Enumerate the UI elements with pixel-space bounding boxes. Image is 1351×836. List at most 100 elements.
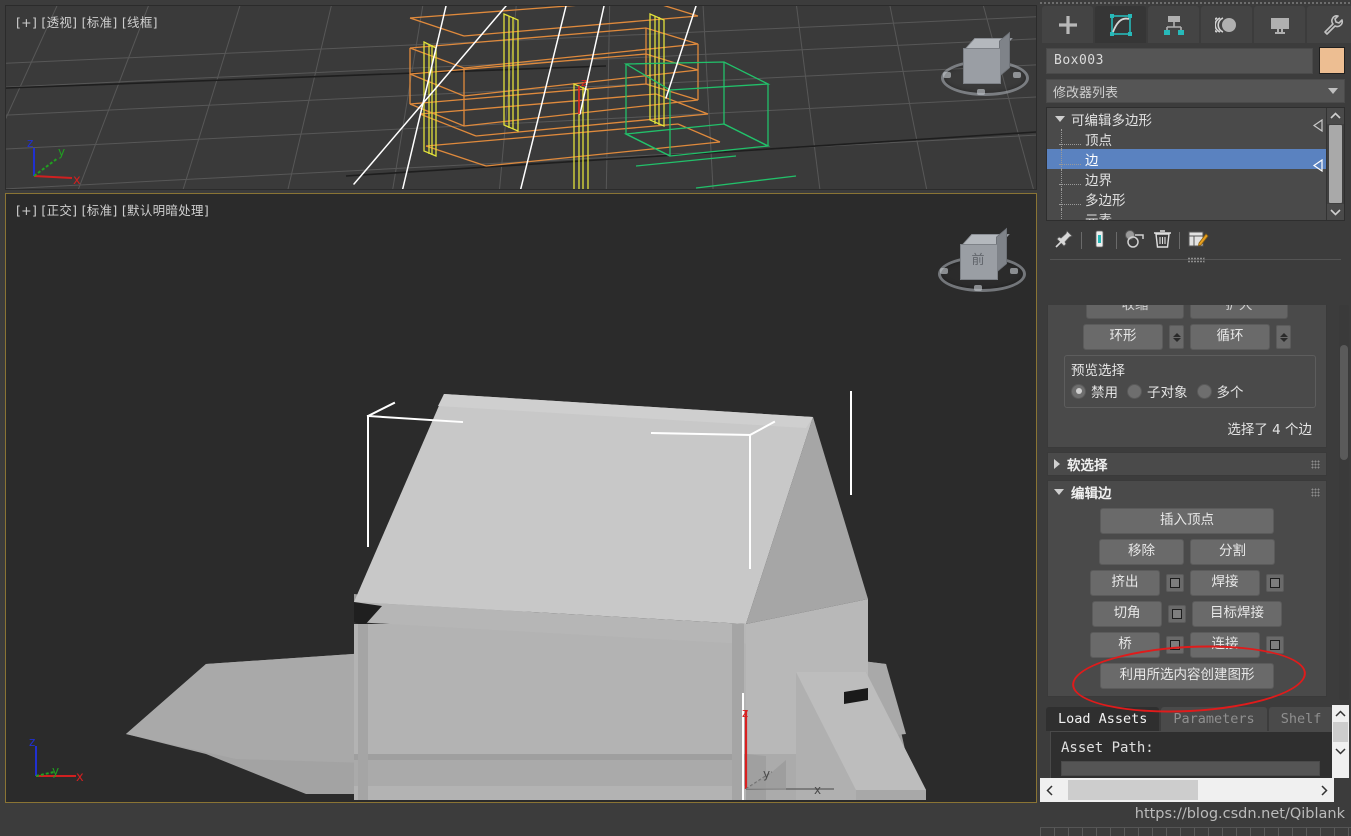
stack-item-edge[interactable]: 边 [1047, 149, 1326, 173]
hscroll-track[interactable] [1060, 778, 1314, 802]
viewcube-face-label-ortho: 前 [971, 253, 985, 268]
viewcube-face-label [963, 48, 999, 82]
tab-shelf[interactable]: Shelf [1268, 707, 1334, 731]
modifier-list-dropdown[interactable]: 修改器列表 [1046, 79, 1345, 103]
remove-modifier-icon[interactable] [1153, 229, 1172, 252]
motion-tab[interactable] [1201, 6, 1252, 43]
asset-browser-hscrollbar[interactable] [1040, 778, 1334, 802]
configure-sets-icon[interactable] [1187, 229, 1209, 252]
extrude-button[interactable]: 挤出 [1090, 570, 1160, 596]
rollout-grip-dots-icon[interactable] [1311, 488, 1320, 497]
create-shape-from-selection-button[interactable]: 利用所选内容创建图形 [1100, 663, 1274, 689]
asset-browser-vscrollbar[interactable] [1332, 705, 1349, 778]
scroll-down-arrow-icon[interactable] [1327, 204, 1344, 220]
viewcube-nub-right[interactable] [1013, 72, 1021, 78]
grow-button[interactable]: 扩大 [1190, 305, 1288, 319]
tab-parameters[interactable]: Parameters [1161, 707, 1267, 731]
extrude-settings-button[interactable] [1166, 574, 1184, 592]
modifier-stack-scrollbar[interactable] [1326, 108, 1344, 220]
scroll-up-arrow-icon[interactable] [1327, 108, 1344, 124]
toolbar-separator [1116, 232, 1117, 249]
stack-item-vertex[interactable]: 顶点 [1047, 129, 1326, 149]
loop-spinner[interactable] [1276, 325, 1291, 349]
loop-button[interactable]: 循环 [1190, 324, 1270, 350]
display-tab[interactable] [1254, 6, 1305, 43]
stack-item-element[interactable]: 元素 [1047, 209, 1326, 220]
viewcube-nub-right-ortho[interactable] [1010, 268, 1018, 274]
viewcube-orthographic[interactable]: 前 [938, 227, 1026, 298]
chevron-right-icon [1054, 459, 1060, 469]
selection-status-text: 选择了 4 个边 [1227, 422, 1312, 438]
asset-browser-tabs: Load Assets Parameters Shelf [1040, 705, 1351, 731]
viewport-orthographic-shaded[interactable]: z y x [+] [正交] [标准] [默认明暗处理] 前 z y x [5, 193, 1037, 803]
insert-vertex-button[interactable]: 插入顶点 [1100, 508, 1274, 534]
modify-tab[interactable] [1095, 6, 1146, 43]
rollout-grip-icon[interactable] [1187, 257, 1204, 263]
radio-multiple[interactable] [1196, 383, 1212, 399]
command-panel-scrollbar[interactable] [1339, 305, 1349, 700]
tab-load-assets[interactable]: Load Assets [1046, 707, 1160, 731]
pin-stack-icon[interactable] [1054, 229, 1074, 252]
stack-item-label: 多边形 [1085, 193, 1126, 209]
scroll-up-arrow-icon[interactable] [1332, 705, 1349, 722]
chamfer-settings-button[interactable] [1168, 605, 1186, 623]
hierarchy-tab[interactable] [1148, 6, 1199, 43]
bridge-settings-button[interactable] [1166, 636, 1184, 654]
hscroll-thumb[interactable] [1068, 780, 1198, 800]
rollout-soft-selection-header[interactable]: 软选择 [1048, 453, 1326, 475]
viewcube-nub-bottom-ortho[interactable] [974, 285, 982, 291]
asset-vscroll-thumb[interactable] [1333, 722, 1348, 742]
split-button[interactable]: 分割 [1190, 539, 1275, 565]
rollout-edit-edges-header[interactable]: 编辑边 [1048, 481, 1326, 503]
chamfer-button[interactable]: 切角 [1092, 601, 1162, 627]
viewcube-nub-bottom[interactable] [977, 89, 985, 95]
scrollbar-thumb[interactable] [1329, 125, 1342, 203]
svg-text:z: z [581, 76, 587, 89]
ring-spinner[interactable] [1169, 325, 1184, 349]
svg-text:y: y [58, 145, 65, 159]
remove-button[interactable]: 移除 [1099, 539, 1184, 565]
weld-settings-button[interactable] [1266, 574, 1284, 592]
viewcube-nub-left[interactable] [943, 72, 951, 78]
asset-path-input[interactable] [1061, 761, 1320, 776]
svg-text:x: x [814, 783, 821, 797]
show-end-result-icon[interactable] [1089, 229, 1109, 252]
axis-tripod-perspective: z y x [24, 134, 84, 186]
connect-settings-button[interactable] [1266, 636, 1284, 654]
weld-button[interactable]: 焊接 [1190, 570, 1260, 596]
object-color-swatch[interactable] [1319, 47, 1345, 74]
tree-dash [1059, 174, 1081, 185]
scroll-right-arrow-icon[interactable] [1314, 778, 1334, 802]
modifier-list-label: 修改器列表 [1053, 85, 1119, 101]
connect-button[interactable]: 连接 [1190, 632, 1260, 658]
ring-button[interactable]: 环形 [1083, 324, 1163, 350]
stack-item-polygon[interactable]: 多边形 [1047, 189, 1326, 209]
viewcube-nub-left-ortho[interactable] [940, 268, 948, 274]
tree-line [1061, 149, 1062, 169]
viewcube-cube-ortho[interactable]: 前 [960, 227, 1010, 280]
scroll-left-arrow-icon[interactable] [1040, 778, 1060, 802]
tree-line [1061, 189, 1062, 209]
bridge-button[interactable]: 桥 [1090, 632, 1160, 658]
stack-item-label: 边界 [1085, 173, 1112, 189]
rollout-grip-dots-icon[interactable] [1311, 460, 1320, 469]
modifier-stack[interactable]: 可编辑多边形 顶点 边 边界 多边形 元素 [1046, 107, 1345, 221]
create-tab[interactable] [1042, 6, 1093, 43]
command-panel-scrollbar-thumb[interactable] [1340, 345, 1348, 460]
target-weld-button[interactable]: 目标焊接 [1192, 601, 1282, 627]
object-name-field[interactable]: Box003 [1046, 47, 1313, 74]
make-unique-icon[interactable] [1124, 229, 1146, 252]
shrink-button[interactable]: 收缩 [1086, 305, 1184, 319]
radio-disable[interactable] [1071, 383, 1086, 399]
viewcube-perspective[interactable] [941, 31, 1029, 102]
stack-item-border[interactable]: 边界 [1047, 169, 1326, 189]
svg-text:z: z [742, 706, 748, 720]
radio-subobject[interactable] [1127, 383, 1142, 399]
stack-item-editable-poly[interactable]: 可编辑多边形 [1047, 109, 1326, 133]
viewport-perspective-wireframe[interactable]: z [+] [透视] [标准] [线框] z y x [5, 5, 1037, 190]
rollout-divider[interactable] [1050, 257, 1341, 267]
radio-multiple-label: 多个 [1216, 385, 1244, 401]
scroll-down-arrow-icon[interactable] [1332, 742, 1349, 759]
utilities-tab[interactable] [1307, 6, 1351, 43]
viewcube-cube[interactable] [963, 31, 1013, 84]
